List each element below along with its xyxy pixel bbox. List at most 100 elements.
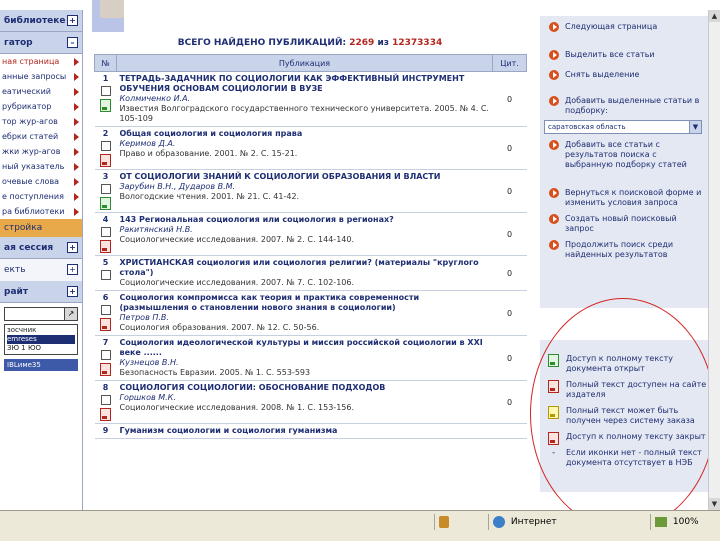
found-label: ВСЕГО НАЙДЕНО ПУБЛИКАЦИЙ: [177, 38, 347, 48]
scroll-down-icon[interactable]: ▼ [709, 498, 720, 510]
publication-title-link[interactable]: Гуманизм социологии и социология гуманиз… [120, 426, 490, 436]
row-number: 4 [102, 215, 109, 224]
scroll-up-icon[interactable]: ▲ [709, 10, 720, 22]
action-deselect[interactable]: Снять выделение [540, 70, 708, 80]
row-number: 5 [102, 258, 109, 267]
arrow-right-icon [74, 73, 79, 81]
row-checkbox[interactable] [100, 305, 111, 315]
publication-title-link[interactable]: ОТ СОЦИОЛОГИИ ЗНАНИЙ К СОЦИОЛОГИИ ОБРАЗО… [120, 172, 490, 182]
zone-label: Интернет [510, 517, 557, 527]
nav-mini-list[interactable]: зосчник emreses ЗЮ 1 ЮО [4, 324, 78, 355]
zoom-control[interactable]: 100% [650, 514, 711, 530]
globe-icon [493, 515, 505, 528]
action-label: Вернуться к поисковой форме и изменить у… [565, 188, 702, 207]
publication-title-link[interactable]: Общая социология и социология права [120, 129, 490, 139]
publication-authors[interactable]: Горшков М.К. [120, 393, 490, 403]
row-checkbox[interactable] [100, 227, 111, 237]
nav-item-label: очевые слова [2, 177, 60, 186]
publication-source: Безопасность Евразии. 2005. № 1. С. 553-… [119, 368, 311, 377]
nav-item[interactable]: библиотеке + [0, 10, 82, 32]
nav-item[interactable]: ный указатель [0, 159, 82, 174]
pdf-icon[interactable] [100, 154, 111, 167]
pdf-icon[interactable] [100, 240, 111, 253]
nav-search-arrow-icon[interactable]: ↗ [64, 308, 77, 320]
row-number: 3 [102, 172, 109, 181]
publication-title-link[interactable]: ТЕТРАДЬ-ЗАДАЧНИК ПО СОЦИОЛОГИИ КАК ЭФФЕК… [120, 74, 490, 94]
nav-item[interactable]: ая сессия + [0, 237, 82, 259]
expand-icon[interactable]: + [67, 15, 78, 26]
nav-item[interactable]: екть + [0, 259, 82, 281]
action-label: Добавить выделенные статьи в подборку: [565, 96, 700, 115]
nav-item[interactable]: ра библиотеки [0, 204, 82, 219]
pdf-icon[interactable] [100, 197, 111, 210]
vertical-scrollbar[interactable]: ▲ ▼ [708, 10, 720, 510]
action-label: Продолжить поиск среди найденных результ… [565, 240, 674, 259]
browser-status-bar: Интернет 100% [0, 510, 720, 541]
publication-title-link[interactable]: СОЦИОЛОГИЯ СОЦИОЛОГИИ: ОБОСНОВАНИЕ ПОДХО… [120, 383, 490, 393]
publication-cell: ТЕТРАДЬ-ЗАДАЧНИК ПО СОЦИОЛОГИИ КАК ЭФФЕК… [116, 71, 493, 127]
nav-item[interactable]: жки жур-агов [0, 144, 82, 159]
publication-title-link[interactable]: Социология компромисса как теория и прак… [120, 293, 490, 313]
play-arrow-icon [549, 96, 559, 106]
row-checkbox[interactable] [100, 350, 111, 360]
row-checkbox[interactable] [100, 141, 111, 151]
row-checkbox[interactable] [100, 270, 111, 280]
arrow-right-icon [74, 103, 79, 111]
publication-authors[interactable]: Кузнецов В.Н. [120, 358, 490, 368]
expand-icon[interactable]: + [67, 286, 78, 297]
chevron-down-icon[interactable]: ▼ [689, 121, 701, 133]
nav-list-item: ЗЮ 1 ЮО [7, 344, 42, 352]
nav-item-label: рубрикатор [2, 102, 52, 111]
nav-item-label: гатор [4, 38, 33, 48]
pdf-icon[interactable] [100, 99, 111, 112]
collection-select[interactable]: саратовская область ▼ [544, 120, 702, 134]
expand-icon[interactable]: + [67, 242, 78, 253]
publication-source: Социологические исследования. 2007. № 7.… [119, 278, 355, 287]
counter-logo[interactable]: IBLиме35 [4, 359, 78, 371]
nav-search-input[interactable]: ↗ [4, 307, 78, 321]
nav-item-label: райт [4, 287, 29, 297]
publication-title-link[interactable]: 143 Региональная социология или социолог… [120, 215, 490, 225]
nav-item[interactable]: тор жур-агов [0, 114, 82, 129]
action-add-selected[interactable]: Добавить выделенные статьи в подборку: [540, 96, 708, 116]
action-refine-search[interactable]: Продолжить поиск среди найденных результ… [540, 240, 708, 260]
nav-list-item-selected: emreses [7, 335, 75, 344]
action-back-to-form[interactable]: Вернуться к поисковой форме и изменить у… [540, 188, 708, 208]
publication-cell: Социология идеологической культуры и мис… [116, 335, 493, 381]
publication-authors[interactable]: Зарубин В.Н., Дударов В.М. [120, 182, 490, 192]
table-row: 2 Общая социология и социология права Кери… [94, 126, 527, 170]
row-number-cell: 1 [94, 71, 117, 127]
nav-item-label: стройка [4, 223, 43, 233]
nav-item[interactable]: еатический [0, 84, 82, 99]
highlight-ellipse [530, 298, 716, 530]
action-label: Выделить все статьи [565, 50, 655, 59]
action-add-all[interactable]: Добавить все статьи с результатов поиска… [540, 140, 708, 170]
nav-item[interactable]: стройка [0, 219, 82, 237]
expand-icon[interactable]: + [67, 264, 78, 275]
action-next-page[interactable]: Следующая страница [540, 22, 708, 32]
publication-authors[interactable]: Керимов Д.А. [120, 139, 490, 149]
nav-item[interactable]: очевые слова [0, 174, 82, 189]
nav-item[interactable]: райт + [0, 281, 82, 303]
publication-title-link[interactable]: ХРИСТИАНСКАЯ социология или социология р… [120, 258, 490, 278]
publication-authors[interactable]: Колмиченко И.А. [120, 94, 490, 104]
nav-item[interactable]: ная страница [0, 54, 82, 69]
row-checkbox[interactable] [100, 395, 111, 405]
pdf-icon[interactable] [100, 318, 111, 331]
nav-item[interactable]: анные запросы [0, 69, 82, 84]
action-select-all[interactable]: Выделить все статьи [540, 50, 708, 60]
publication-authors[interactable]: Петров П.В. [120, 313, 490, 323]
collapse-icon[interactable]: – [67, 37, 78, 48]
row-checkbox[interactable] [100, 184, 111, 194]
publication-authors[interactable]: Ракитянский Н.В. [120, 225, 490, 235]
nav-item[interactable]: рубрикатор [0, 99, 82, 114]
row-checkbox[interactable] [100, 86, 111, 96]
action-new-search[interactable]: Создать новый поисковый запрос [540, 214, 708, 234]
pdf-icon[interactable] [100, 363, 111, 376]
row-number: 7 [102, 338, 109, 347]
nav-item[interactable]: ебрки статей [0, 129, 82, 144]
nav-item[interactable]: е поступления [0, 189, 82, 204]
publication-title-link[interactable]: Социология идеологической культуры и мис… [120, 338, 490, 358]
nav-item[interactable]: гатор – [0, 32, 82, 54]
pdf-icon[interactable] [100, 408, 111, 421]
